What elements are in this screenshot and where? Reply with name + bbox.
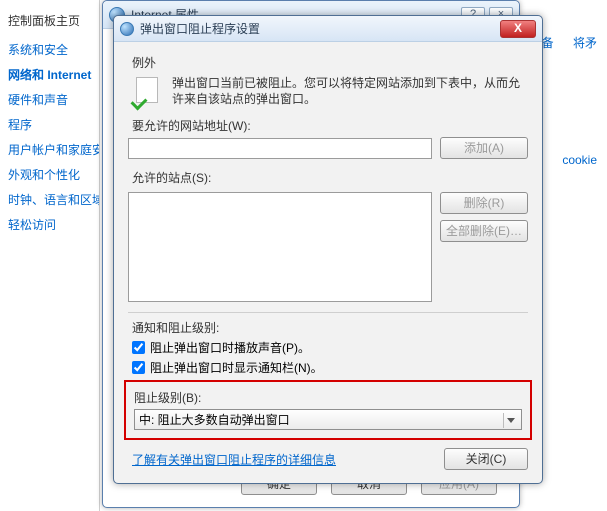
globe-icon bbox=[120, 22, 134, 36]
popup-blocker-settings-dialog: 弹出窗口阻止程序设置 X 例外 弹出窗口当前已被阻止。您可以将特定网站添加到下表… bbox=[113, 15, 543, 484]
sidebar-item-network[interactable]: 网络和 Internet bbox=[6, 62, 99, 87]
show-bar-checkbox[interactable] bbox=[132, 361, 145, 374]
exceptions-heading: 例外 bbox=[132, 54, 528, 71]
win2-close-button[interactable]: X bbox=[500, 20, 536, 38]
address-label: 要允许的网站地址(W): bbox=[132, 117, 528, 134]
learn-more-link[interactable]: 了解有关弹出窗口阻止程序的详细信息 bbox=[132, 451, 336, 468]
play-sound-checkbox-row[interactable]: 阻止弹出窗口时播放声音(P)。 bbox=[132, 339, 528, 356]
win2-body: 例外 弹出窗口当前已被阻止。您可以将特定网站添加到下表中，从而允许来自该站点的弹… bbox=[114, 42, 542, 480]
exceptions-description: 弹出窗口当前已被阻止。您可以将特定网站添加到下表中，从而允许来自该站点的弹出窗口… bbox=[172, 75, 524, 107]
remove-button[interactable]: 删除(R) bbox=[440, 192, 528, 214]
win2-titlebar[interactable]: 弹出窗口阻止程序设置 X bbox=[114, 16, 542, 42]
cookie-link[interactable]: cookie bbox=[562, 153, 597, 167]
highlight-box: 阻止级别(B): 中: 阻止大多数自动弹出窗口 bbox=[124, 380, 532, 440]
show-bar-checkbox-row[interactable]: 阻止弹出窗口时显示通知栏(N)。 bbox=[132, 359, 528, 376]
sidebar-item-programs[interactable]: 程序 bbox=[6, 112, 99, 137]
sidebar-item-system[interactable]: 系统和安全 bbox=[6, 37, 99, 62]
divider bbox=[128, 312, 528, 313]
sidebar-item-clock[interactable]: 时钟、语言和区域 bbox=[6, 187, 99, 212]
blocking-level-combobox[interactable]: 中: 阻止大多数自动弹出窗口 bbox=[134, 409, 522, 430]
show-bar-label: 阻止弹出窗口时显示通知栏(N)。 bbox=[150, 359, 323, 376]
cp-home-label[interactable]: 控制面板主页 bbox=[6, 8, 99, 37]
sidebar-item-appearance[interactable]: 外观和个性化 bbox=[6, 162, 99, 187]
allowed-sites-listbox[interactable] bbox=[128, 192, 432, 302]
cp-right-fragments: 备 将矛 cookie bbox=[534, 34, 597, 167]
remove-all-button[interactable]: 全部删除(E)… bbox=[440, 220, 528, 242]
allowed-sites-label: 允许的站点(S): bbox=[132, 169, 528, 186]
sidebar-item-hardware[interactable]: 硬件和声音 bbox=[6, 87, 99, 112]
sidebar-item-access[interactable]: 轻松访问 bbox=[6, 212, 99, 237]
note-check-icon bbox=[132, 75, 164, 107]
blocking-level-label: 阻止级别(B): bbox=[134, 389, 522, 406]
notif-heading: 通知和阻止级别: bbox=[132, 319, 528, 336]
chevron-down-icon[interactable] bbox=[503, 413, 518, 428]
play-sound-label: 阻止弹出窗口时播放声音(P)。 bbox=[150, 339, 310, 356]
sidebar-item-accounts[interactable]: 用户帐户和家庭安 bbox=[6, 137, 99, 162]
play-sound-checkbox[interactable] bbox=[132, 341, 145, 354]
control-panel-sidebar: 控制面板主页 系统和安全 网络和 Internet 硬件和声音 程序 用户帐户和… bbox=[0, 0, 100, 511]
blocking-level-value: 中: 阻止大多数自动弹出窗口 bbox=[139, 411, 290, 428]
win2-title-text: 弹出窗口阻止程序设置 bbox=[140, 20, 500, 37]
add-button[interactable]: 添加(A) bbox=[440, 137, 528, 159]
address-input[interactable] bbox=[128, 138, 432, 159]
dialog-close-button[interactable]: 关闭(C) bbox=[444, 448, 528, 470]
